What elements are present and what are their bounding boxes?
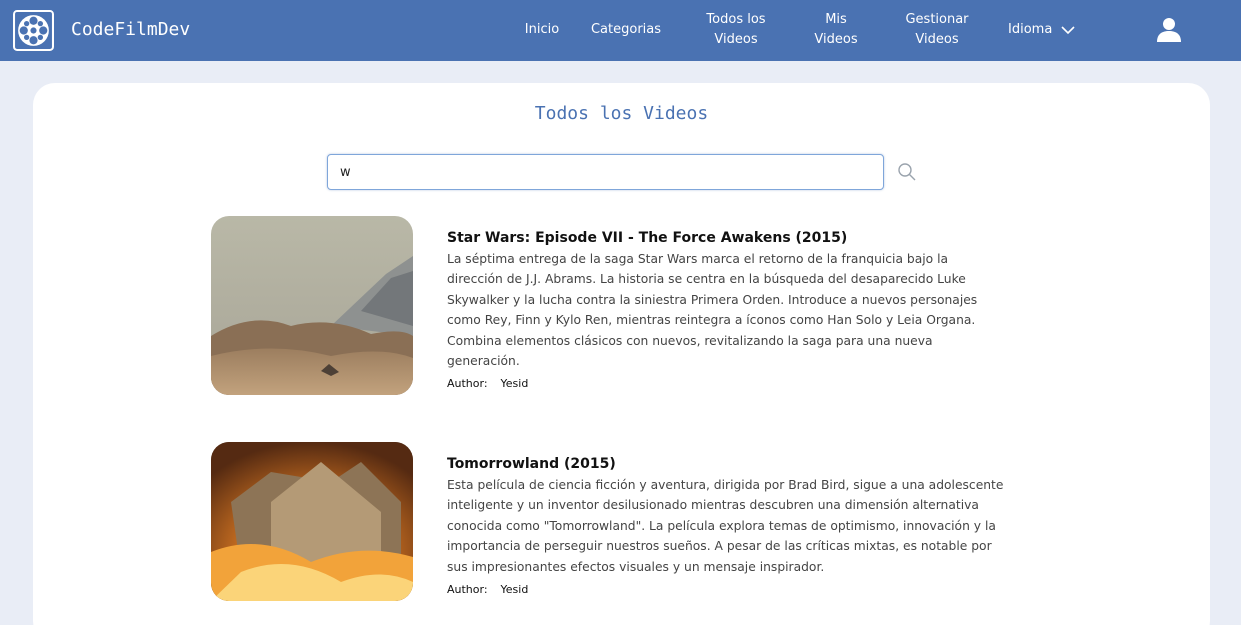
main-card: Todos los Videos w Star Wars: Episode VI… <box>33 83 1210 625</box>
video-title[interactable]: Star Wars: Episode VII - The Force Awake… <box>447 228 1007 248</box>
nav-categorias-label: Categorias <box>590 22 662 37</box>
video-thumbnail[interactable] <box>211 216 413 395</box>
user-icon[interactable] <box>1156 17 1182 43</box>
nav-categorias[interactable]: Categorias <box>586 20 666 40</box>
chevron-down-icon <box>1061 26 1075 35</box>
search-icon[interactable] <box>897 162 917 182</box>
nav-mis-label-line2: Videos <box>814 32 858 47</box>
author-name: Yesid <box>500 377 529 391</box>
nav-idioma-label: Idioma <box>1008 22 1053 37</box>
video-info: Tomorrowland (2015) Esta película de cie… <box>447 454 1007 596</box>
nav-todos-label-line1: Todos los <box>706 12 766 27</box>
video-info: Star Wars: Episode VII - The Force Awake… <box>447 228 1007 390</box>
nav-gestionar-videos[interactable]: Gestionar Videos <box>897 10 977 50</box>
author-label: Author: <box>447 583 488 597</box>
nav-gestionar-label-line1: Gestionar <box>905 12 969 27</box>
nav-gestionar-label-line2: Videos <box>915 32 959 47</box>
top-navbar: CodeFilmDev Inicio Categorias Todos los … <box>0 0 1241 61</box>
video-author: Author: Yesid <box>447 377 1007 390</box>
page-title: Todos los Videos <box>534 103 709 124</box>
search-input[interactable] <box>327 154 884 190</box>
author-label: Author: <box>447 377 488 391</box>
nav-inicio-label: Inicio <box>524 22 560 37</box>
video-title[interactable]: Tomorrowland (2015) <box>447 454 1007 474</box>
brand-name[interactable]: CodeFilmDev <box>71 19 190 40</box>
nav-mis-label-line1: Mis <box>825 12 847 27</box>
nav-inicio[interactable]: Inicio <box>516 20 568 40</box>
video-description: La séptima entrega de la saga Star Wars … <box>447 252 978 369</box>
film-reel-logo-icon[interactable] <box>13 10 54 51</box>
author-name: Yesid <box>500 583 529 597</box>
video-thumbnail[interactable] <box>211 442 413 601</box>
nav-idioma-dropdown[interactable]: Idioma <box>1008 20 1078 40</box>
nav-todos-label-line2: Videos <box>714 32 758 47</box>
video-author: Author: Yesid <box>447 583 1007 596</box>
nav-todos-los-videos[interactable]: Todos los Videos <box>697 10 775 50</box>
nav-mis-videos[interactable]: Mis Videos <box>806 10 866 50</box>
video-description: Esta película de ciencia ficción y avent… <box>447 478 1004 574</box>
